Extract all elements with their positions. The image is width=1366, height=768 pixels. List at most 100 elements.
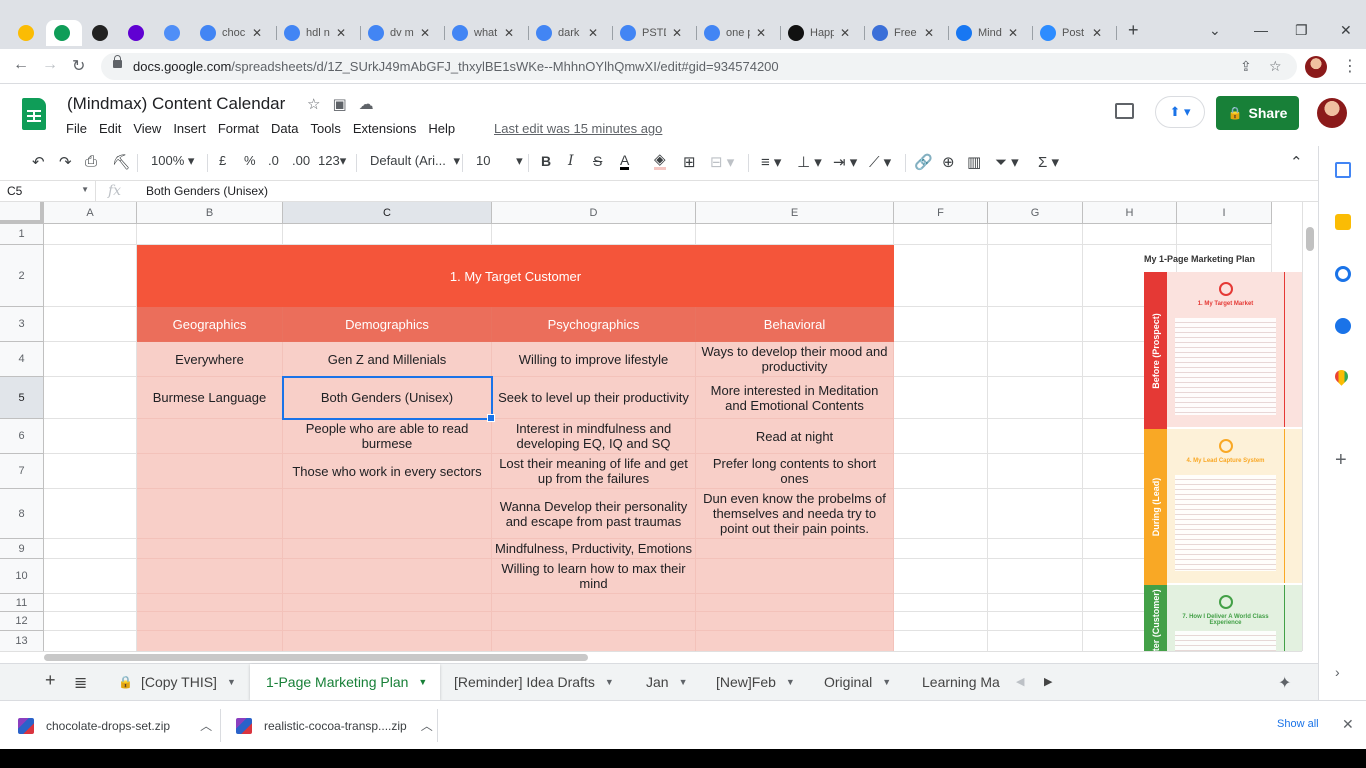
row-header-1[interactable]: 1 — [0, 224, 44, 245]
browser-tab[interactable]: PSTD ✕ — [612, 20, 697, 46]
name-box[interactable]: C5 ▼ — [0, 181, 96, 202]
sheet-tab[interactable]: Original ▼ — [810, 664, 904, 700]
cell-c5[interactable]: Both Genders (Unisex) — [283, 377, 492, 419]
horizontal-scroll-thumb[interactable] — [44, 654, 588, 661]
cell-g7[interactable] — [988, 454, 1083, 489]
cell-a12[interactable] — [44, 612, 137, 631]
scroll-right-icon[interactable]: ▶ — [1044, 675, 1052, 688]
browser-tab[interactable]: choc ✕ — [192, 20, 277, 46]
chevron-down-icon[interactable]: ▼ — [605, 677, 614, 687]
reload-icon[interactable]: ↻ — [72, 56, 85, 76]
account-avatar[interactable] — [1317, 98, 1347, 128]
tab-search-chevron-icon[interactable]: ⌄ — [1209, 22, 1221, 39]
tab-close-icon[interactable]: ✕ — [1008, 26, 1018, 40]
add-sheet-icon[interactable]: + — [45, 670, 56, 691]
star-icon[interactable]: ☆ — [307, 96, 332, 113]
restore-icon[interactable]: ❐ — [1295, 22, 1308, 39]
cell-a13[interactable] — [44, 631, 137, 651]
cell-e1[interactable] — [696, 224, 894, 245]
tab-close-icon[interactable]: ✕ — [336, 26, 346, 40]
tab-close-icon[interactable]: ✕ — [420, 26, 430, 40]
cell-d12[interactable] — [492, 612, 696, 631]
tab-close-icon[interactable]: ✕ — [840, 26, 850, 40]
present-button[interactable]: ⬆ ▾ — [1155, 96, 1205, 128]
cell-f12[interactable] — [894, 612, 988, 631]
vertical-scroll-thumb[interactable] — [1306, 227, 1314, 251]
menu-insert[interactable]: Insert — [173, 121, 206, 136]
browser-tab[interactable]: hdl n ✕ — [276, 20, 361, 46]
cell-b6[interactable] — [137, 419, 283, 454]
cell-c7[interactable]: Those who work in every sectors — [283, 454, 492, 489]
cell-d1[interactable] — [492, 224, 696, 245]
cell-e4[interactable]: Ways to develop their mood and productiv… — [696, 342, 894, 377]
row-header-6[interactable]: 6 — [0, 419, 44, 454]
browser-tab[interactable]: dark ✕ — [528, 20, 613, 46]
menu-format[interactable]: Format — [218, 121, 259, 136]
cell-f10[interactable] — [894, 559, 988, 594]
tab-close-icon[interactable]: ✕ — [504, 26, 514, 40]
cell-f4[interactable] — [894, 342, 988, 377]
cell-g1[interactable] — [988, 224, 1083, 245]
decrease-decimal-button[interactable]: .0 — [268, 153, 279, 168]
tasks-icon[interactable] — [1335, 266, 1351, 282]
italic-button[interactable]: I — [568, 153, 574, 169]
cell-g13[interactable] — [988, 631, 1083, 651]
cell-a5[interactable] — [44, 377, 137, 419]
merge-cells-icon[interactable]: ⊟ ▾ — [710, 153, 734, 171]
cell-c10[interactable] — [283, 559, 492, 594]
column-header-e[interactable]: E — [696, 202, 894, 224]
tab-close-icon[interactable]: ✕ — [588, 26, 598, 40]
cell-f11[interactable] — [894, 594, 988, 612]
browser-profile-avatar[interactable] — [1305, 56, 1327, 78]
cell-b1[interactable] — [137, 224, 283, 245]
cell-e6[interactable]: Read at night — [696, 419, 894, 454]
cell-f9[interactable] — [894, 539, 988, 559]
row-header-2[interactable]: 2 — [0, 245, 44, 307]
tab-close-icon[interactable]: ✕ — [252, 26, 262, 40]
more-formats-select[interactable]: 123▾ — [318, 153, 346, 169]
window-close-icon[interactable]: ✕ — [1340, 22, 1352, 39]
cell-e8[interactable]: Dun even know the probelms of themselves… — [696, 489, 894, 539]
scroll-left-icon[interactable]: ◀ — [1016, 675, 1024, 688]
cell-a3[interactable] — [44, 307, 137, 342]
cell-g3[interactable] — [988, 307, 1083, 342]
browser-tab[interactable] — [156, 20, 192, 46]
cell-b5[interactable]: Burmese Language — [137, 377, 283, 419]
browser-tab[interactable]: one p ✕ — [696, 20, 781, 46]
text-color-button[interactable]: A — [620, 153, 630, 170]
tab-close-icon[interactable]: ✕ — [672, 26, 682, 40]
hide-side-panel-icon[interactable]: › — [1335, 664, 1351, 680]
cell-g9[interactable] — [988, 539, 1083, 559]
functions-icon[interactable]: Σ ▾ — [1038, 153, 1059, 171]
cell-f7[interactable] — [894, 454, 988, 489]
cell-d5[interactable]: Seek to level up their productivity — [492, 377, 696, 419]
contacts-icon[interactable] — [1335, 318, 1351, 334]
sheet-tab[interactable]: [Reminder] Idea Drafts ▼ — [440, 664, 616, 700]
last-edit-link[interactable]: Last edit was 15 minutes ago — [494, 121, 662, 136]
text-rotation-icon[interactable]: ⟋ ▾ — [869, 153, 891, 171]
browser-tab[interactable]: Mind ✕ — [948, 20, 1033, 46]
column-header-g[interactable]: G — [988, 202, 1083, 224]
cell-f6[interactable] — [894, 419, 988, 454]
cell-a2[interactable] — [44, 245, 137, 307]
row-header-10[interactable]: 10 — [0, 559, 44, 594]
cell-a6[interactable] — [44, 419, 137, 454]
minimize-icon[interactable]: — — [1254, 22, 1268, 38]
back-icon[interactable]: ← — [13, 56, 29, 74]
cell-b8[interactable] — [137, 489, 283, 539]
chevron-down-icon[interactable]: ▼ — [227, 677, 236, 687]
menu-view[interactable]: View — [133, 121, 161, 136]
tab-close-icon[interactable]: ✕ — [924, 26, 934, 40]
fill-color-icon[interactable]: ◈ — [654, 152, 666, 170]
menu-file[interactable]: File — [66, 121, 87, 136]
download-item[interactable]: chocolate-drops-set.zip ︿ — [18, 701, 212, 750]
maps-icon[interactable] — [1332, 367, 1351, 386]
cell-b4[interactable]: Everywhere — [137, 342, 283, 377]
header-cell-geographics[interactable]: Geographics — [137, 307, 283, 342]
cell-d8[interactable]: Wanna Develop their personality and esca… — [492, 489, 696, 539]
cell-a7[interactable] — [44, 454, 137, 489]
cell-c1[interactable] — [283, 224, 492, 245]
cell-f2[interactable] — [894, 245, 988, 307]
sheet-tab[interactable]: 🔒 [Copy THIS] ▼ — [104, 664, 244, 700]
browser-tab[interactable] — [10, 20, 46, 46]
